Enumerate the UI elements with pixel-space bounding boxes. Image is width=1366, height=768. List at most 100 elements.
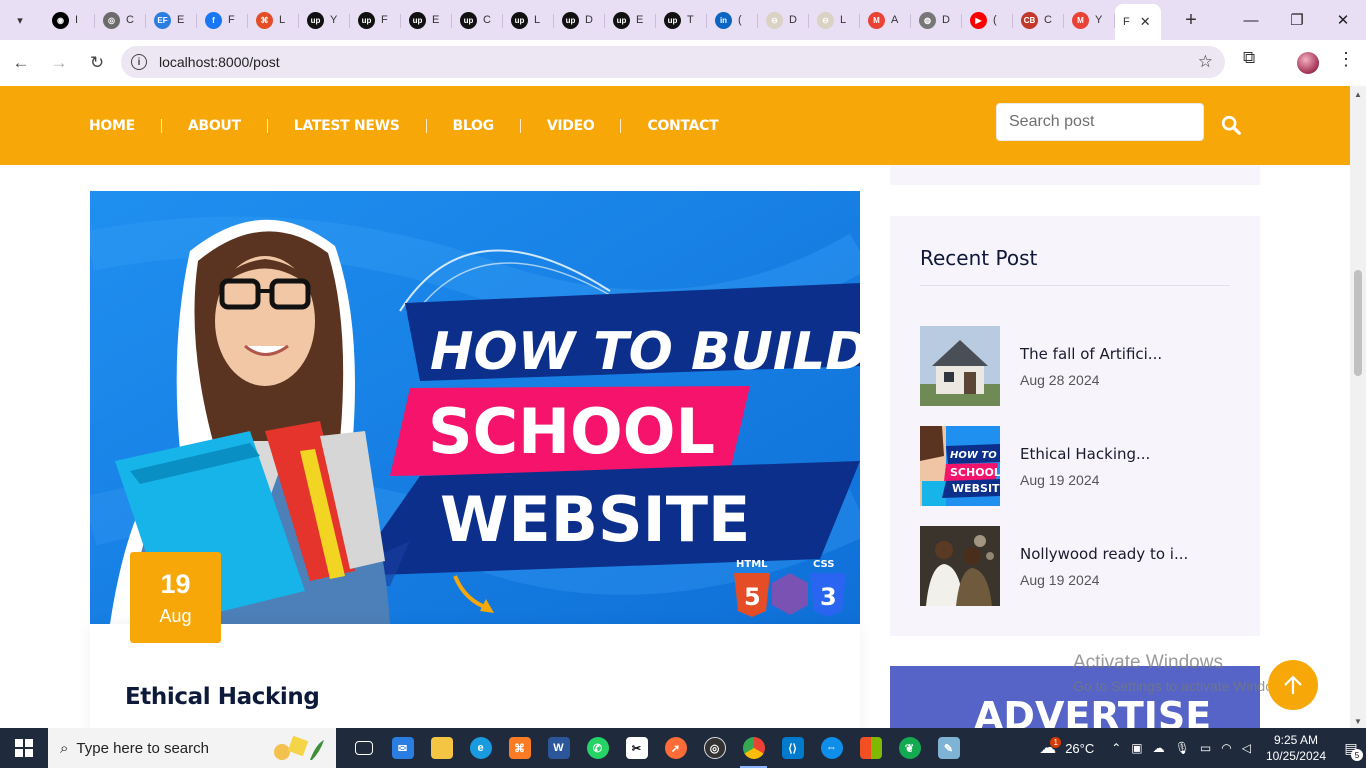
- recent-post-thumbnail[interactable]: HOW TO B SCHOOL WEBSIT: [920, 426, 1000, 506]
- browser-tab[interactable]: ◍ D: [911, 4, 962, 36]
- sidebar-widget-top: [890, 165, 1260, 185]
- browser-tab[interactable]: up E: [605, 4, 656, 36]
- volume-icon[interactable]: ◁: [1242, 741, 1251, 755]
- recent-post-title[interactable]: Nollywood ready to i...: [1020, 545, 1188, 563]
- onedrive-icon[interactable]: ☁: [1153, 741, 1165, 755]
- new-tab-button[interactable]: +: [1175, 4, 1207, 36]
- browser-tab[interactable]: CB C: [1013, 4, 1064, 36]
- maximize-button[interactable]: ❐: [1274, 0, 1320, 40]
- recent-post-title[interactable]: The fall of Artifici...: [1020, 345, 1162, 363]
- store-icon[interactable]: [851, 728, 890, 768]
- tab-title: L: [279, 14, 286, 26]
- site-info-icon[interactable]: i: [131, 54, 147, 70]
- tab-title: C: [126, 14, 134, 26]
- search-icon[interactable]: [1220, 114, 1242, 136]
- back-button[interactable]: ←: [4, 46, 38, 80]
- browser-tab[interactable]: up L: [503, 4, 554, 36]
- browser-tab[interactable]: MY: [1064, 4, 1115, 36]
- address-bar[interactable]: i localhost:8000/post ☆: [121, 46, 1225, 78]
- browser-tab[interactable]: ◉ I: [44, 4, 95, 36]
- browser-tab[interactable]: up C: [452, 4, 503, 36]
- system-clock[interactable]: 9:25 AM 10/25/2024: [1266, 732, 1326, 764]
- microphone-icon[interactable]: 🎙: [1175, 741, 1190, 755]
- browser-tab[interactable]: up F: [350, 4, 401, 36]
- browser-tab[interactable]: ⌘ L: [248, 4, 299, 36]
- recent-post-thumbnail[interactable]: [920, 326, 1000, 406]
- bookmark-star-icon[interactable]: ☆: [1198, 52, 1213, 72]
- browser-tab[interactable]: up E: [401, 4, 452, 36]
- nav-link-contact[interactable]: CONTACT: [647, 118, 718, 134]
- chevron-up-icon[interactable]: ⌃: [1111, 741, 1121, 755]
- recent-post-item[interactable]: Nollywood ready to i... Aug 19 2024: [920, 526, 1230, 606]
- scrollbar-thumb[interactable]: [1354, 270, 1362, 376]
- menu-separator: [266, 118, 268, 133]
- scroll-to-top-button[interactable]: [1268, 660, 1318, 710]
- notepad-icon[interactable]: ✎: [929, 728, 968, 768]
- wifi-icon[interactable]: ◠: [1221, 741, 1231, 755]
- nav-link-video[interactable]: VIDEO: [547, 118, 595, 134]
- nav-link-latest-news[interactable]: LATEST NEWS: [294, 118, 400, 134]
- word-icon[interactable]: W: [539, 728, 578, 768]
- capcut-icon[interactable]: ✂: [617, 728, 656, 768]
- close-tab-icon[interactable]: ✕: [1140, 14, 1151, 30]
- svg-text:HOW TO B: HOW TO B: [950, 450, 1000, 461]
- start-button[interactable]: [0, 728, 48, 768]
- browser-tab[interactable]: MA: [860, 4, 911, 36]
- tab-favicon-icon: up: [511, 11, 528, 29]
- post-title[interactable]: Ethical Hacking: [125, 684, 320, 710]
- nav-link-home[interactable]: HOME: [89, 118, 135, 134]
- recent-post-thumbnail[interactable]: [920, 526, 1000, 606]
- meet-now-icon[interactable]: ▣: [1131, 741, 1142, 755]
- scroll-down-icon[interactable]: ▼: [1354, 717, 1362, 726]
- task-view-icon[interactable]: [344, 728, 383, 768]
- more-menu-icon[interactable]: ⋮: [1337, 49, 1355, 70]
- edge-icon[interactable]: e: [461, 728, 500, 768]
- browser-tab-active[interactable]: F ✕: [1115, 4, 1161, 40]
- taskbar-search[interactable]: ⌕ Type here to search: [48, 728, 336, 768]
- browser-tab[interactable]: ▶(: [962, 4, 1013, 36]
- recent-post-item[interactable]: The fall of Artifici... Aug 28 2024: [920, 326, 1230, 406]
- forward-button[interactable]: →: [42, 46, 76, 80]
- whatsapp-icon[interactable]: ✆: [578, 728, 617, 768]
- advertise-text: ADVERTISE: [974, 694, 1212, 728]
- postman-icon[interactable]: ➚: [656, 728, 695, 768]
- tab-favicon-icon: up: [460, 11, 477, 29]
- browser-tab[interactable]: in (: [707, 4, 758, 36]
- browser-tab[interactable]: EF E: [146, 4, 197, 36]
- tab-title: C: [483, 14, 491, 26]
- reload-button[interactable]: ↻: [80, 46, 114, 80]
- arrow-left-icon: ←: [12, 53, 30, 72]
- chrome-icon[interactable]: [734, 728, 773, 768]
- battery-icon[interactable]: ▭: [1200, 741, 1211, 755]
- search-input[interactable]: [996, 103, 1204, 141]
- mongodb-icon[interactable]: ❦: [890, 728, 929, 768]
- extensions-icon[interactable]: ⧉: [1243, 48, 1255, 68]
- notifications-button[interactable]: ▤ 5: [1336, 728, 1366, 768]
- teamviewer-icon[interactable]: ⇔: [812, 728, 851, 768]
- mail-icon[interactable]: ✉: [383, 728, 422, 768]
- browser-tab[interactable]: ⊖ L: [809, 4, 860, 36]
- obs-icon[interactable]: ◎: [695, 728, 734, 768]
- nav-link-about[interactable]: ABOUT: [188, 118, 241, 134]
- tab-title: F: [381, 14, 388, 26]
- minimize-button[interactable]: —: [1228, 0, 1274, 40]
- weather-widget[interactable]: ☁ 1 26°C: [1039, 736, 1094, 758]
- nav-link-blog[interactable]: BLOG: [453, 118, 495, 134]
- vscode-icon[interactable]: ⟨⟩: [773, 728, 812, 768]
- recent-post-item[interactable]: HOW TO B SCHOOL WEBSIT Ethical Hacking..…: [920, 426, 1230, 506]
- scroll-up-icon[interactable]: ▲: [1354, 90, 1362, 99]
- page-scrollbar[interactable]: ▲ ▼: [1350, 86, 1366, 728]
- browser-tab[interactable]: ◎ C: [95, 4, 146, 36]
- browser-tab[interactable]: up T: [656, 4, 707, 36]
- browser-tab[interactable]: fF: [197, 4, 248, 36]
- tab-search-button[interactable]: ▾: [8, 8, 32, 32]
- xampp-icon[interactable]: ⌘: [500, 728, 539, 768]
- url-text[interactable]: localhost:8000/post: [159, 54, 280, 70]
- file-explorer-icon[interactable]: [422, 728, 461, 768]
- profile-avatar[interactable]: [1297, 52, 1319, 74]
- browser-tab[interactable]: up Y: [299, 4, 350, 36]
- recent-post-title[interactable]: Ethical Hacking...: [1020, 445, 1150, 463]
- browser-tab[interactable]: up D: [554, 4, 605, 36]
- close-window-button[interactable]: ✕: [1320, 0, 1366, 40]
- browser-tab[interactable]: ⊖ D: [758, 4, 809, 36]
